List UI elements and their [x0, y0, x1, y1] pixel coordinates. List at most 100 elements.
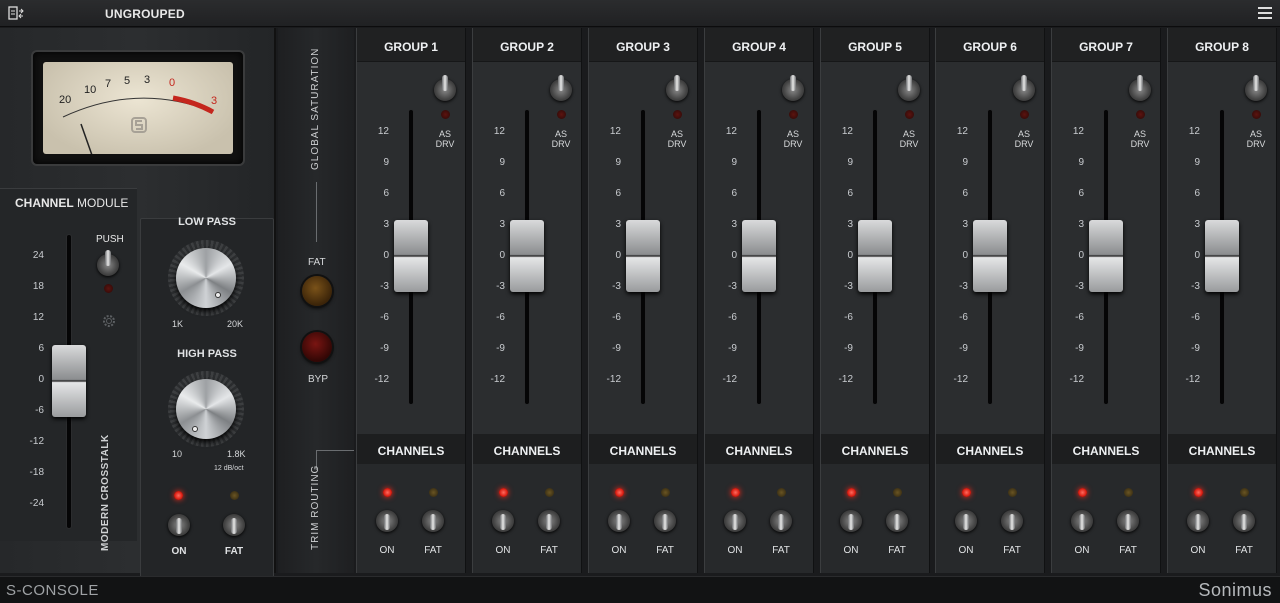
- group-fader-handle[interactable]: [742, 220, 776, 292]
- group-fader-handle[interactable]: [973, 220, 1007, 292]
- scale-tick: -6: [728, 312, 737, 323]
- fat-toggle[interactable]: [1001, 506, 1023, 534]
- on-label: ON: [379, 545, 395, 556]
- as-drv-toggle[interactable]: [782, 75, 804, 103]
- top-bar: UNGROUPED: [0, 0, 1280, 27]
- on-toggle[interactable]: [376, 506, 398, 534]
- scale-tick: -3: [844, 281, 853, 292]
- low-pass-max: 20K: [227, 319, 244, 329]
- channel-fader-handle[interactable]: [52, 345, 86, 417]
- push-toggle[interactable]: [97, 250, 119, 278]
- channels-button[interactable]: CHANNELS: [705, 434, 813, 464]
- group-strip: GROUP 4 12 9 6 3 0 -3 -6 -9 -12 AS DRV CHANNELS ON FAT: [704, 28, 814, 573]
- vu-label: 3: [144, 74, 151, 86]
- on-label: ON: [843, 545, 859, 556]
- channels-button[interactable]: CHANNELS: [936, 434, 1044, 464]
- scale-tick: -12: [606, 374, 621, 385]
- gear-icon[interactable]: [101, 313, 117, 329]
- scale-tick: 9: [731, 157, 737, 168]
- as-drv-led: [673, 110, 682, 119]
- scale-tick: 12: [493, 126, 505, 137]
- fat-toggle[interactable]: [770, 506, 792, 534]
- as-drv-label: AS DRV: [1014, 129, 1034, 149]
- group-strip: GROUP 5 12 9 6 3 0 -3 -6 -9 -12 AS DRV CHANNELS ON FAT: [820, 28, 930, 573]
- on-toggle[interactable]: [1187, 506, 1209, 534]
- fat-toggle[interactable]: [886, 506, 908, 534]
- on-toggle[interactable]: [1071, 506, 1093, 534]
- fat-toggle[interactable]: [654, 506, 676, 534]
- low-pass-label: LOW PASS: [178, 216, 236, 228]
- on-led: [962, 488, 971, 497]
- as-drv-toggle[interactable]: [550, 75, 572, 103]
- group-fader-scale: 12 9 6 3 0 -3 -6 -9 -12: [477, 127, 505, 406]
- preset-name[interactable]: UNGROUPED: [105, 7, 185, 21]
- scale-tick: -12: [490, 374, 505, 385]
- fat-toggle[interactable]: [1233, 506, 1255, 534]
- as-drv-toggle[interactable]: [434, 75, 456, 103]
- group-fader-handle[interactable]: [1205, 220, 1239, 292]
- as-drv-toggle[interactable]: [1129, 75, 1151, 103]
- channels-button[interactable]: CHANNELS: [1168, 434, 1276, 464]
- on-toggle[interactable]: [168, 510, 190, 538]
- low-pass-knob[interactable]: [168, 240, 244, 316]
- fat-label: FAT: [1235, 545, 1253, 556]
- fat-toggle[interactable]: [538, 506, 560, 534]
- group-name: GROUP 6: [936, 28, 1044, 62]
- menu-icon[interactable]: [1258, 7, 1272, 19]
- scale-tick: 12: [32, 312, 44, 323]
- channels-button[interactable]: CHANNELS: [589, 434, 697, 464]
- fat-toggle[interactable]: [1117, 506, 1139, 534]
- channels-button[interactable]: CHANNELS: [473, 434, 581, 464]
- fat-global-lamp[interactable]: [302, 276, 332, 306]
- bypass-lamp[interactable]: [302, 332, 332, 362]
- scale-tick: 9: [383, 157, 389, 168]
- group-switches: [1168, 464, 1276, 573]
- fat-label: FAT: [656, 545, 674, 556]
- on-toggle[interactable]: [724, 506, 746, 534]
- vu-label: 0: [169, 77, 176, 89]
- group-fader-handle[interactable]: [1089, 220, 1123, 292]
- group-switches: [1052, 464, 1160, 573]
- preset-browser-icon[interactable]: [8, 6, 24, 20]
- on-toggle[interactable]: [955, 506, 977, 534]
- scale-tick: -24: [29, 498, 44, 509]
- as-drv-toggle[interactable]: [898, 75, 920, 103]
- group-strip: GROUP 6 12 9 6 3 0 -3 -6 -9 -12 AS DRV CHANNELS ON FAT: [935, 28, 1045, 573]
- high-pass-knob[interactable]: [168, 371, 244, 447]
- as-drv-toggle[interactable]: [1013, 75, 1035, 103]
- fat-label: FAT: [424, 545, 442, 556]
- scale-tick: -6: [380, 312, 389, 323]
- as-drv-label: AS DRV: [899, 129, 919, 149]
- channels-button[interactable]: CHANNELS: [821, 434, 929, 464]
- on-toggle[interactable]: [840, 506, 862, 534]
- push-led: [104, 284, 113, 293]
- footer: S-CONSOLE Sonimus: [0, 576, 1280, 603]
- channels-button[interactable]: CHANNELS: [1052, 434, 1160, 464]
- as-drv-toggle[interactable]: [1245, 75, 1267, 103]
- scale-tick: 9: [1194, 157, 1200, 168]
- scale-tick: 24: [32, 250, 44, 261]
- group-fader-handle[interactable]: [858, 220, 892, 292]
- group-fader-handle[interactable]: [510, 220, 544, 292]
- group-fader-handle[interactable]: [394, 220, 428, 292]
- fat-toggle[interactable]: [223, 510, 245, 538]
- as-drv-label: AS DRV: [551, 129, 571, 149]
- on-label: ON: [1074, 545, 1090, 556]
- scale-tick: -6: [1075, 312, 1084, 323]
- group-fader-handle[interactable]: [626, 220, 660, 292]
- channels-button[interactable]: CHANNELS: [357, 434, 465, 464]
- scale-tick: -3: [959, 281, 968, 292]
- on-label: ON: [171, 546, 187, 557]
- fat-toggle[interactable]: [422, 506, 444, 534]
- scale-tick: -12: [1069, 374, 1084, 385]
- as-drv-toggle[interactable]: [666, 75, 688, 103]
- fat-label: FAT: [772, 545, 790, 556]
- on-toggle[interactable]: [492, 506, 514, 534]
- group-fader-scale: 12 9 6 3 0 -3 -6 -9 -12: [1172, 127, 1200, 406]
- on-toggle[interactable]: [608, 506, 630, 534]
- group-name: GROUP 5: [821, 28, 929, 62]
- scale-tick: 12: [725, 126, 737, 137]
- group-name: GROUP 4: [705, 28, 813, 62]
- on-label: ON: [958, 545, 974, 556]
- vu-scale-arc: [62, 95, 215, 154]
